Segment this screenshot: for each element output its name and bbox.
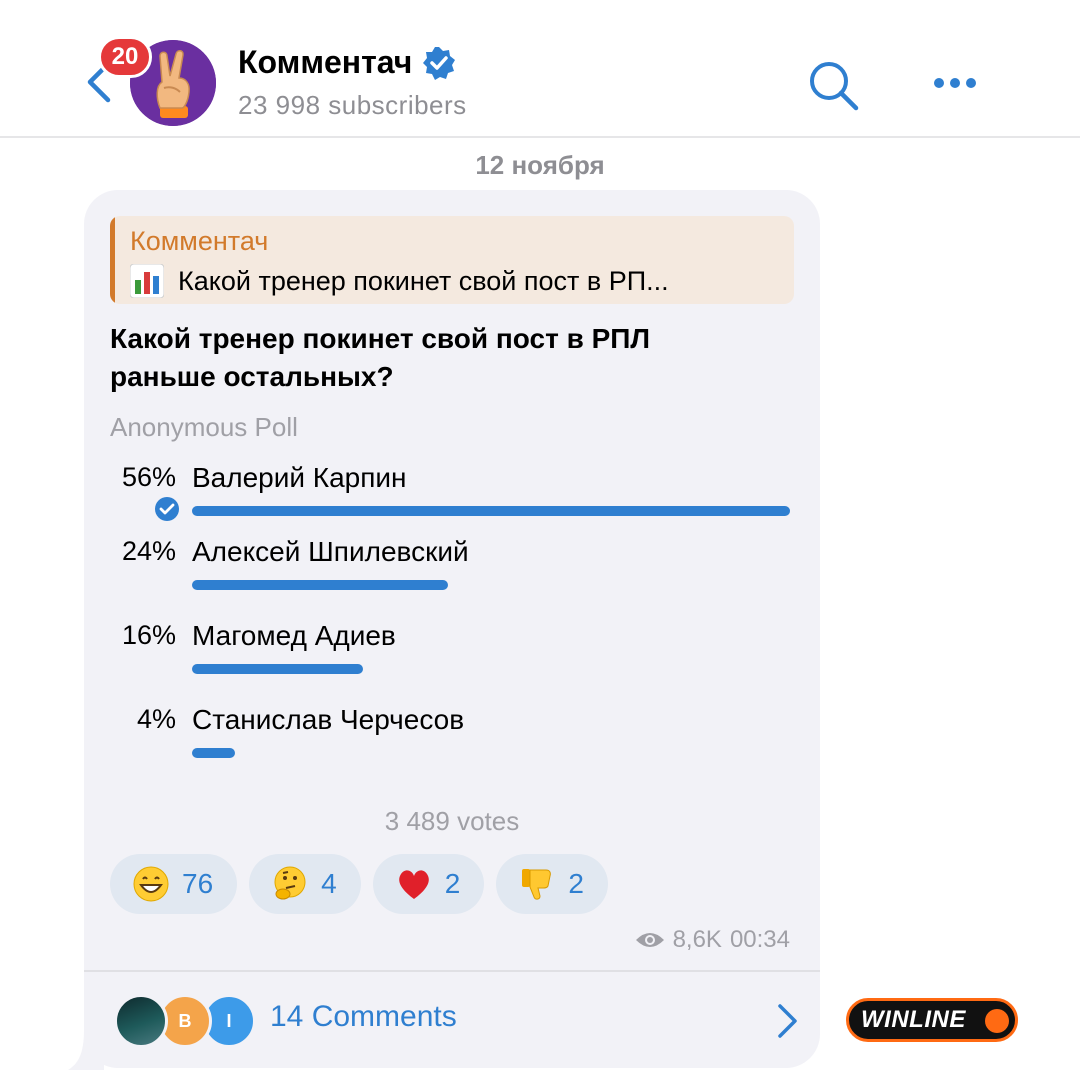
poll-option-bar: [192, 580, 448, 590]
reaction-count: 2: [568, 868, 584, 899]
subscriber-count: 23 998 subscribers: [238, 90, 467, 120]
poll-option-label: Валерий Карпин: [192, 462, 407, 493]
red-heart-icon: [398, 870, 429, 899]
verified-badge-icon: [423, 46, 456, 80]
reaction-count: 4: [321, 868, 337, 899]
unread-count-badge: 20: [98, 36, 152, 78]
winline-logo: WINLINE: [846, 998, 1018, 1042]
reply-text: Какой тренер покинет свой пост в РП...: [178, 265, 669, 296]
comments-label: 14 Comments: [270, 1000, 457, 1033]
reaction-count: 76: [182, 868, 214, 899]
grinning-face-icon: [133, 866, 169, 902]
comments-button[interactable]: В I 14 Comments: [84, 974, 820, 1068]
poll-option-percent: 24%: [121, 536, 176, 566]
chevron-right-icon: [778, 1004, 797, 1038]
poll-option-label: Станислав Черчесов: [192, 704, 465, 735]
poll-option-percent: 16%: [121, 620, 176, 650]
poll-option[interactable]: 56% Валерий Карпин: [110, 462, 794, 532]
search-icon[interactable]: [806, 58, 860, 112]
poll-type: Anonymous Poll: [110, 412, 298, 442]
thumbs-down-icon: [522, 869, 552, 900]
poll-option[interactable]: 24% Алексей Шпилевский: [110, 536, 794, 606]
reaction-count: 2: [444, 868, 461, 899]
reply-text-row: Какой тренер покинет свой пост в РП...: [130, 264, 669, 298]
commenter-avatar: [114, 994, 168, 1048]
poll-option-percent: 56%: [121, 462, 176, 492]
message-bubble: Комментач Какой тренер покинет свой пост…: [84, 190, 820, 1068]
bar-chart-icon: [130, 264, 164, 298]
poll-option-label: Магомед Адиев: [192, 620, 396, 651]
commenter-avatars: В I: [114, 994, 256, 1048]
reactions-row: 76 4 2 2: [110, 854, 608, 914]
reaction-thinking[interactable]: 4: [249, 854, 361, 914]
reply-preview[interactable]: Комментач Какой тренер покинет свой пост…: [110, 216, 794, 304]
comments-divider: [84, 970, 820, 972]
poll-option-bar: [192, 506, 790, 516]
poll-option[interactable]: 16% Магомед Адиев: [110, 620, 794, 690]
poll-option-percent: 4%: [136, 704, 176, 734]
winline-logo-text: WINLINE: [861, 1006, 966, 1033]
poll-option-bar: [192, 748, 235, 758]
message-meta: 8,6K 00:34: [635, 926, 790, 954]
poll-question: Какой тренер покинет свой пост в РПЛ ран…: [110, 323, 651, 392]
date-separator: 12 ноября: [475, 150, 605, 180]
view-count: 8,6K: [672, 926, 722, 953]
eye-icon: [635, 933, 664, 947]
channel-title: Комментач: [238, 44, 413, 80]
poll-option-label: Алексей Шпилевский: [192, 536, 469, 567]
thinking-face-icon: [274, 866, 306, 900]
reaction-heart[interactable]: 2: [372, 854, 485, 914]
poll-option-bar: [192, 664, 363, 674]
chat-header: 20 Комментач 23 998 subscribers: [0, 0, 1080, 138]
reaction-thumbs-down[interactable]: 2: [496, 854, 608, 914]
winline-dot: [985, 1009, 1009, 1033]
chosen-check-icon: [155, 497, 179, 521]
message-time: 00:34: [729, 926, 790, 953]
reply-accent-bar: [110, 216, 115, 304]
poll-option[interactable]: 4% Станислав Черчесов: [110, 704, 794, 774]
reply-author: Комментач: [130, 226, 269, 256]
poll-vote-count: 3 489 votes: [384, 806, 520, 836]
reaction-grinning[interactable]: 76: [110, 854, 238, 914]
channel-title-row[interactable]: Комментач: [238, 44, 456, 81]
more-options-icon[interactable]: [930, 68, 980, 98]
